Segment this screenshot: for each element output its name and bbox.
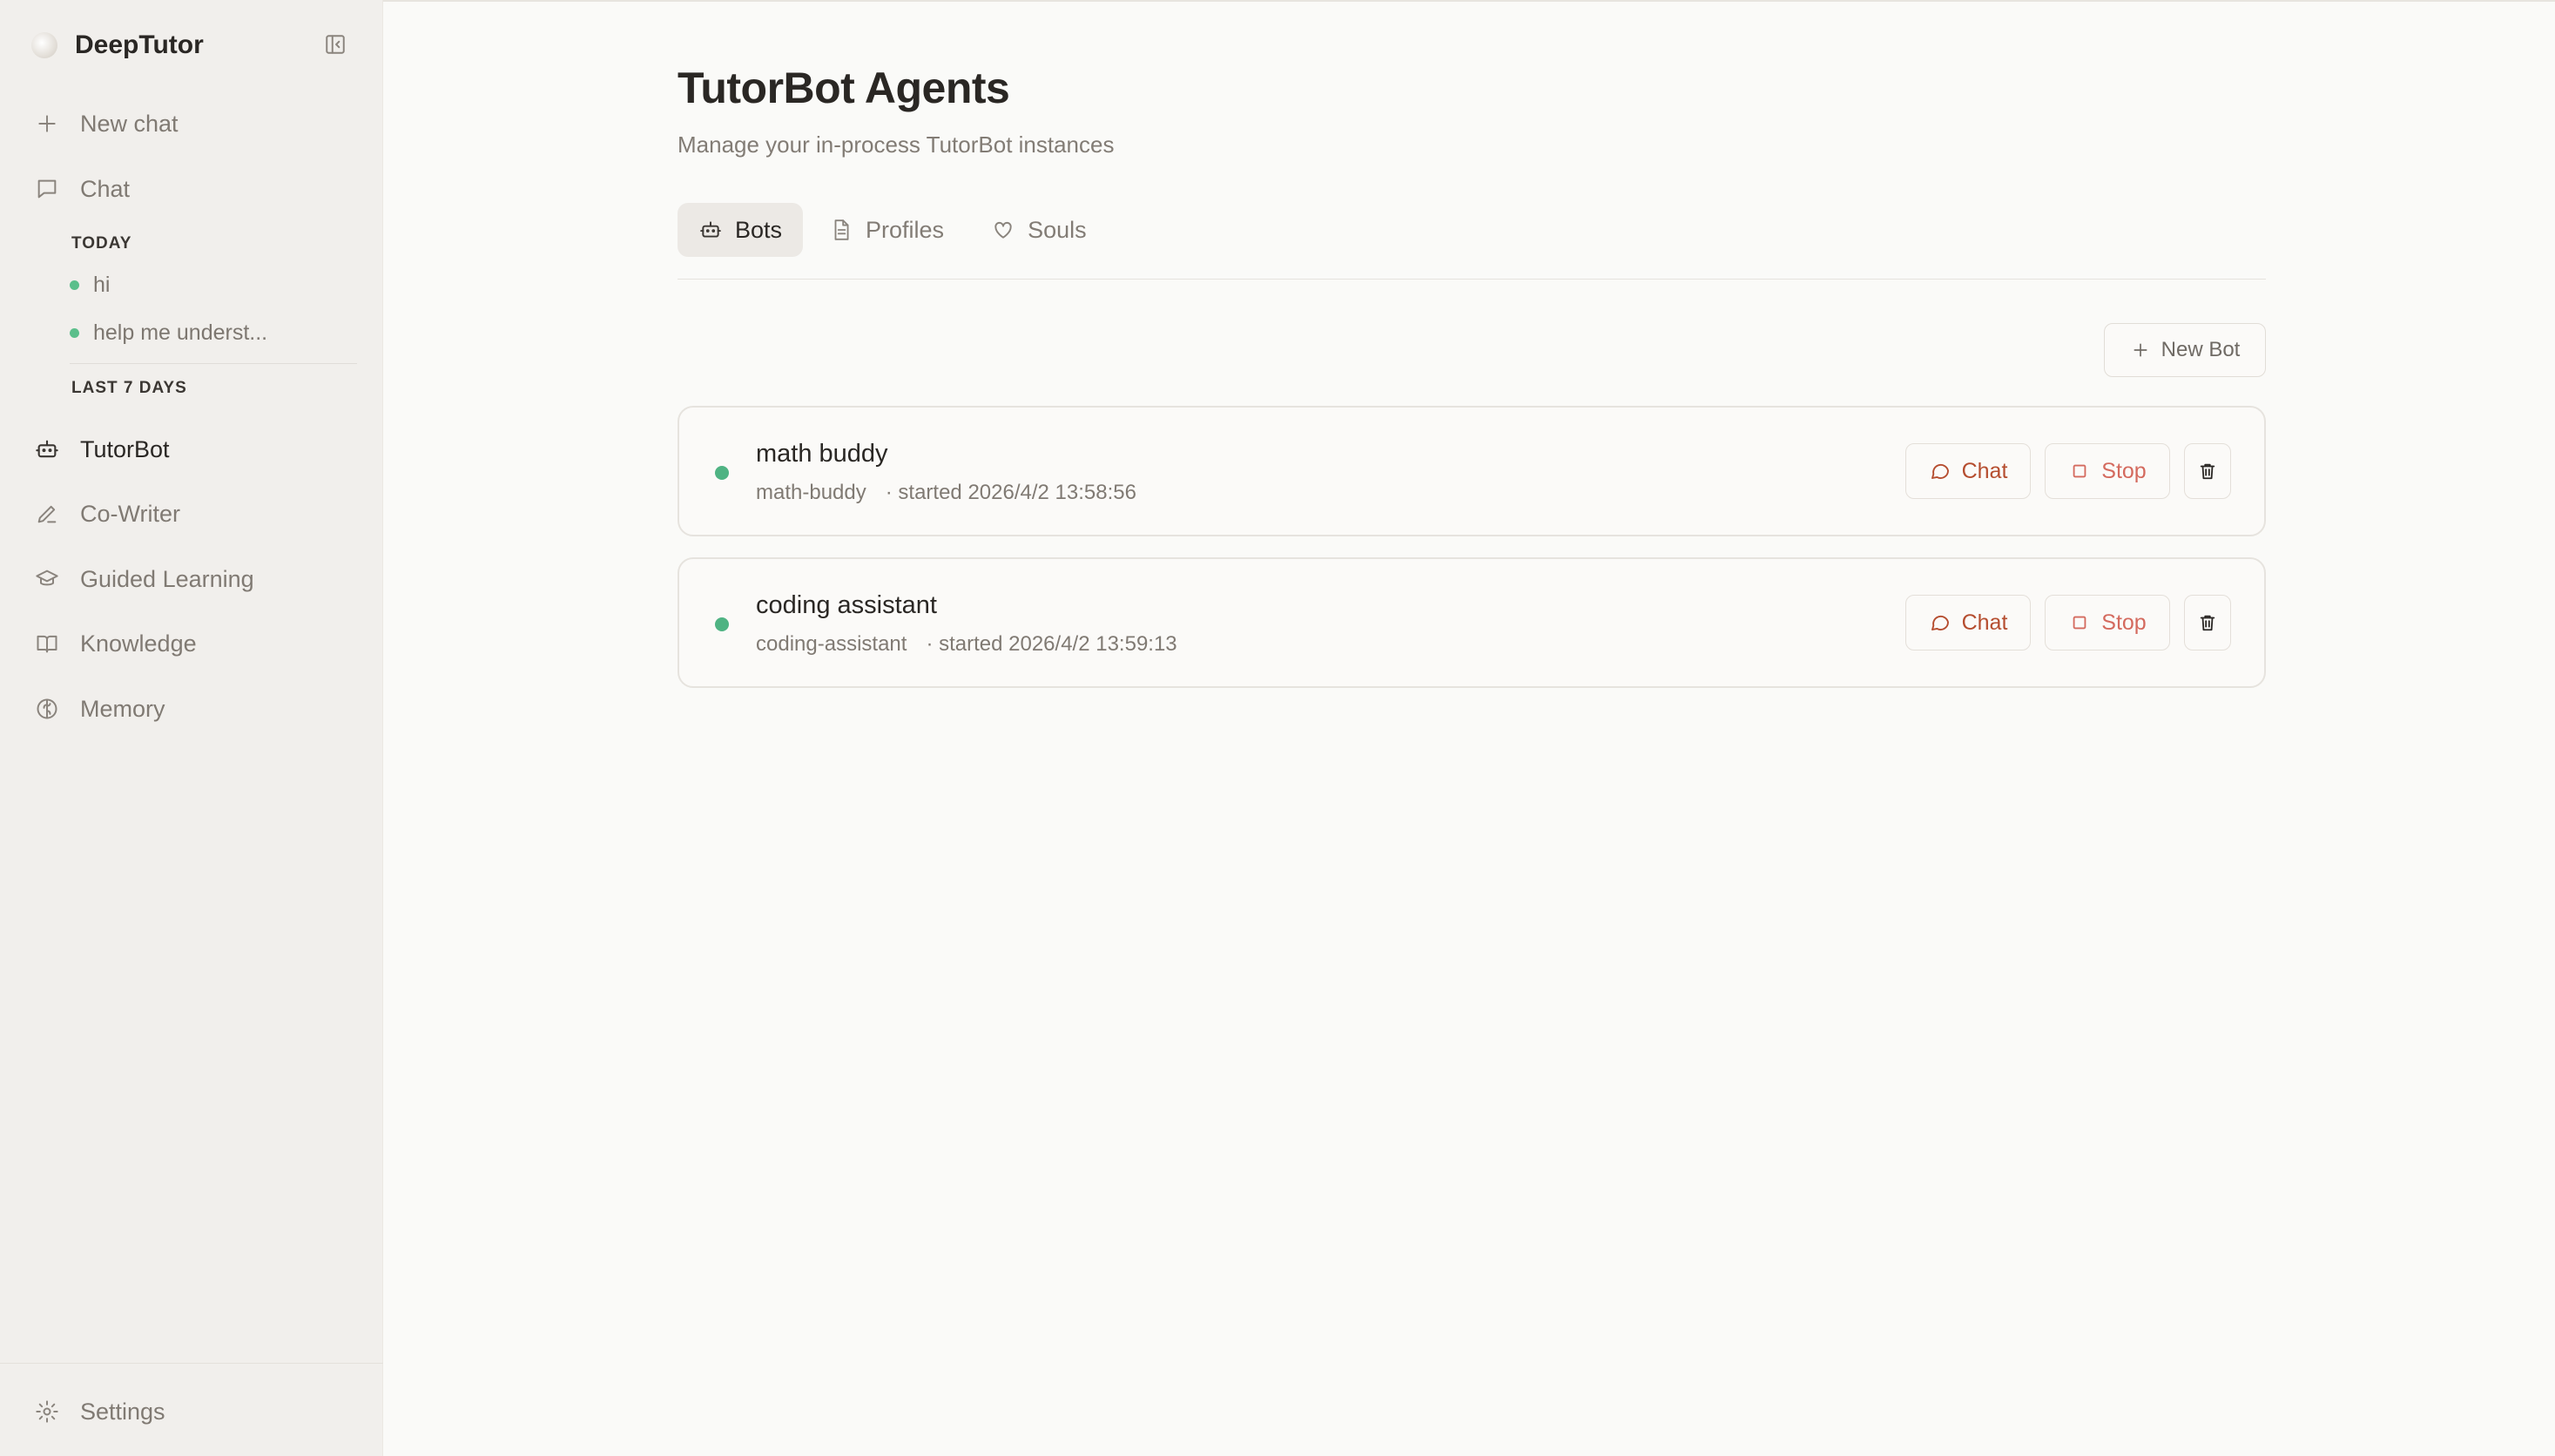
status-dot — [715, 466, 729, 480]
chat-bubble-icon — [1929, 611, 1952, 634]
sidebar: DeepTutor New chat Chat TODAY hi help me… — [0, 0, 383, 1456]
status-dot — [70, 327, 79, 338]
new-chat-label: New chat — [80, 110, 179, 137]
sidebar-item-label: Guided Learning — [80, 565, 254, 592]
tab-souls[interactable]: Souls — [970, 203, 1108, 257]
sidebar-item-label: TutorBot — [80, 435, 170, 462]
bot-card: coding assistant coding-assistant · start… — [678, 557, 2266, 688]
logo-icon — [31, 32, 57, 58]
sidebar-collapse-icon — [326, 35, 345, 54]
bot-meta: math-buddy · started 2026/4/2 13:58:56 — [756, 481, 1136, 505]
tabs-divider — [678, 279, 2266, 280]
robot-icon — [698, 218, 723, 242]
bot-id: math-buddy — [756, 481, 866, 504]
tab-label: Profiles — [866, 216, 945, 243]
new-bot-button[interactable]: New Bot — [2104, 323, 2266, 377]
tab-label: Souls — [1028, 216, 1087, 243]
settings-label: Settings — [80, 1398, 165, 1425]
stop-button-label: Stop — [2101, 610, 2147, 635]
stop-button[interactable]: Stop — [2045, 443, 2170, 499]
chat-button[interactable]: Chat — [1905, 443, 2031, 499]
sidebar-item-label: Chat — [80, 175, 131, 202]
tab-bar: Bots Profiles Souls — [678, 203, 1113, 257]
brain-icon — [33, 695, 61, 723]
settings-button[interactable]: Settings — [33, 1391, 165, 1432]
trash-icon — [2196, 611, 2219, 634]
delete-button[interactable] — [2184, 443, 2231, 499]
stop-square-icon — [2068, 611, 2091, 634]
stop-button[interactable]: Stop — [2045, 595, 2170, 650]
pen-icon — [33, 500, 61, 528]
stop-square-icon — [2068, 460, 2091, 482]
sidebar-item-label: Co-Writer — [80, 500, 181, 527]
sidebar-item-chat[interactable]: Chat — [33, 168, 130, 210]
page-title: TutorBot Agents — [678, 64, 1010, 112]
sidebar-item-tutorbot[interactable]: TutorBot — [33, 428, 170, 470]
history-divider — [70, 363, 357, 364]
status-dot — [715, 617, 729, 631]
sidebar-footer-divider — [0, 1363, 383, 1364]
bot-card: math buddy math-buddy · started 2026/4/2 … — [678, 406, 2266, 536]
history-item[interactable]: help me underst... — [70, 315, 267, 350]
sidebar-item-knowledge[interactable]: Knowledge — [33, 623, 197, 664]
bot-meta: coding-assistant · started 2026/4/2 13:59… — [756, 632, 1177, 657]
chat-button-label: Chat — [1961, 458, 2008, 483]
trash-icon — [2196, 460, 2219, 482]
plus-icon — [33, 110, 61, 138]
chat-button-label: Chat — [1961, 610, 2008, 635]
tab-bots[interactable]: Bots — [678, 203, 804, 257]
history-item[interactable]: hi — [70, 267, 110, 302]
document-icon — [829, 218, 853, 242]
chat-bubble-icon — [1929, 460, 1952, 482]
gear-icon — [33, 1398, 61, 1426]
chat-bubble-icon — [33, 175, 61, 203]
bot-name: coding assistant — [756, 591, 937, 619]
sidebar-item-guided-learning[interactable]: Guided Learning — [33, 558, 254, 600]
new-bot-label: New Bot — [2161, 338, 2241, 361]
robot-icon — [33, 435, 61, 463]
bot-id: coding-assistant — [756, 632, 907, 656]
graduation-cap-icon — [33, 565, 61, 593]
plus-icon — [2130, 340, 2151, 361]
page-subtitle: Manage your in-process TutorBot instance… — [678, 131, 1115, 158]
sidebar-item-label: Memory — [80, 695, 165, 722]
book-icon — [33, 630, 61, 657]
history-group-today: TODAY — [71, 234, 132, 253]
history-item-title: help me underst... — [93, 320, 268, 345]
tab-profiles[interactable]: Profiles — [808, 203, 965, 257]
chat-button[interactable]: Chat — [1905, 595, 2031, 650]
history-item-title: hi — [93, 272, 111, 297]
new-chat-button[interactable]: New chat — [33, 103, 179, 145]
tab-label: Bots — [735, 216, 783, 243]
app-name: DeepTutor — [75, 30, 204, 59]
status-dot — [70, 280, 79, 290]
bot-started-time: · started 2026/4/2 13:58:56 — [885, 481, 1136, 504]
bot-started-time: · started 2026/4/2 13:59:13 — [926, 632, 1177, 656]
sidebar-item-label: Knowledge — [80, 630, 197, 657]
history-group-last-7-days: LAST 7 DAYS — [71, 379, 187, 397]
sidebar-item-memory[interactable]: Memory — [33, 688, 165, 730]
brand[interactable]: DeepTutor — [31, 26, 204, 64]
sidebar-item-co-writer[interactable]: Co-Writer — [33, 493, 180, 535]
delete-button[interactable] — [2184, 595, 2231, 650]
stop-button-label: Stop — [2101, 458, 2147, 483]
heart-icon — [991, 218, 1015, 242]
collapse-sidebar-button[interactable] — [320, 30, 350, 59]
bot-name: math buddy — [756, 440, 888, 468]
top-divider — [0, 0, 2555, 2]
